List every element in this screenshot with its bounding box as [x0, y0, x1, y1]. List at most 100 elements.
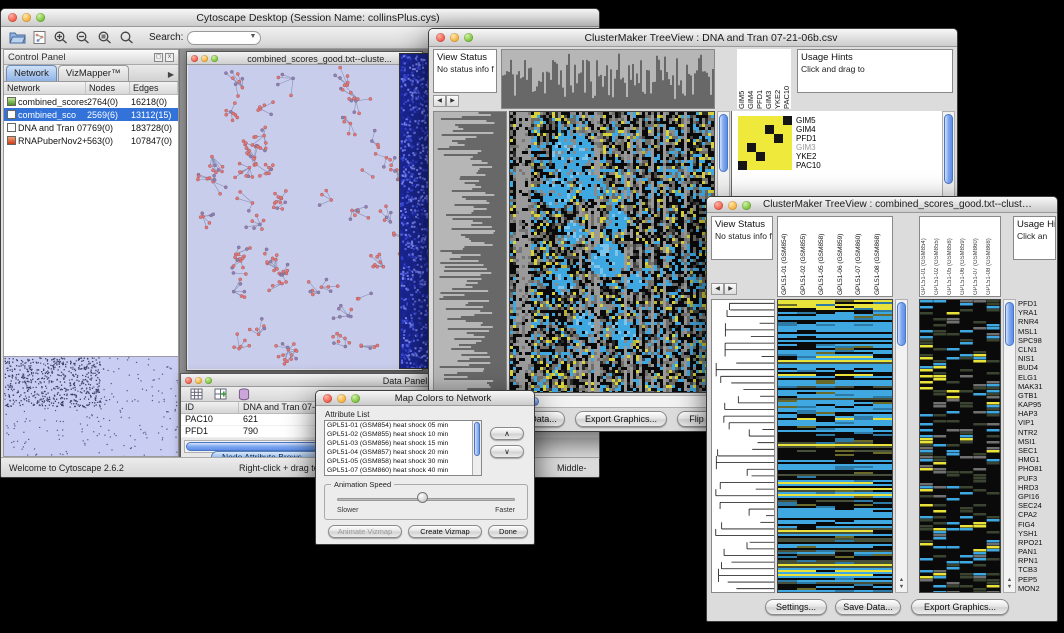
zoom-column-label: GPL51-05 (GSM858): [947, 218, 960, 295]
column-header-network[interactable]: Network: [4, 82, 86, 94]
zoom-window-icon[interactable]: [205, 377, 212, 384]
animate-vizmap-button[interactable]: Animate Vizmap: [328, 525, 402, 538]
network-edges-count: 183728(0): [131, 123, 178, 133]
close-icon[interactable]: [436, 33, 445, 42]
close-icon[interactable]: [185, 377, 192, 384]
network-list-row[interactable]: DNA and Tran 07769(0)183728(0): [4, 121, 178, 134]
column-dendrogram[interactable]: [501, 49, 715, 109]
network-list-row[interactable]: RNAPuberNov2+563(0)107847(0): [4, 134, 178, 147]
treeview-combined-titlebar[interactable]: ClusterMaker TreeView : combined_scores_…: [707, 197, 1057, 213]
minimize-icon[interactable]: [337, 394, 346, 403]
attribute-list-item[interactable]: GPL51-02 (GSM855) heat shock 10 min: [325, 430, 481, 439]
heatmap-vscrollbar[interactable]: ▲▼: [895, 299, 908, 593]
save-data-button[interactable]: Save Data...: [835, 599, 901, 615]
import-network-icon[interactable]: [29, 29, 49, 47]
move-down-button[interactable]: ∨: [490, 445, 524, 458]
attribute-list-item[interactable]: GPL51-05 (GSM858) heat shock 30 min: [325, 457, 481, 466]
network-nodes-count: 2764(0): [87, 97, 131, 107]
attribute-list-scrollbar[interactable]: [472, 421, 481, 475]
view-status-title: View Status: [434, 50, 496, 63]
scroll-right-icon[interactable]: ▶: [724, 283, 737, 295]
move-up-button[interactable]: ∧: [490, 427, 524, 440]
zoom-in-icon[interactable]: [51, 29, 71, 47]
network-list-row[interactable]: combined_sco2569(6)13112(15): [4, 108, 178, 121]
network-overview-thumbnail[interactable]: [4, 356, 178, 456]
attribute-list-item[interactable]: GPL51-01 (GSM854) heat shock 05 min: [325, 421, 481, 430]
zoom-window-icon[interactable]: [211, 55, 218, 62]
new-attribute-icon[interactable]: [210, 385, 230, 403]
close-icon[interactable]: [323, 394, 332, 403]
zoom-window-icon[interactable]: [464, 33, 473, 42]
zoom-window-icon[interactable]: [742, 201, 751, 210]
cytoscape-titlebar[interactable]: Cytoscape Desktop (Session Name: collins…: [1, 9, 599, 27]
speed-slider-thumb[interactable]: [417, 492, 428, 503]
column-label: GPL51-02 (GSM855): [800, 218, 819, 295]
zoom-row-label: PFD1: [796, 134, 846, 143]
minimize-icon[interactable]: [728, 201, 737, 210]
zoom-window-icon[interactable]: [351, 394, 360, 403]
usage-hints-panel: Usage Hints Click and drag to: [797, 49, 953, 93]
zoom-column-labels: GPL51-01 (GSM854)GPL51-02 (GSM855)GPL51-…: [919, 216, 1001, 297]
attribute-list[interactable]: GPL51-01 (GSM854) heat shock 05 minGPL51…: [324, 420, 482, 476]
attribute-list-item[interactable]: GPL51-08 (GSM868) heat shock 60 min: [325, 475, 481, 476]
column-labels: GPL51-01 (GSM854)GPL51-02 (GSM855)GPL51-…: [777, 216, 893, 297]
gene-label: FIG4: [1018, 520, 1058, 529]
scroll-left-icon[interactable]: ◀: [711, 283, 724, 295]
map-dialog-titlebar[interactable]: Map Colors to Network: [316, 391, 534, 406]
faster-label: Faster: [495, 507, 515, 514]
gene-label: PAN1: [1018, 547, 1058, 556]
gene-label: SPC98: [1018, 336, 1058, 345]
zoom-window-icon[interactable]: [36, 13, 45, 22]
done-button[interactable]: Done: [488, 525, 528, 538]
network-edges-count: 16218(0): [131, 97, 178, 107]
close-panel-icon[interactable]: x: [165, 53, 174, 62]
global-heatmap[interactable]: [509, 111, 715, 393]
zoom-out-icon[interactable]: [73, 29, 93, 47]
attribute-list-item[interactable]: GPL51-07 (GSM860) heat shock 40 min: [325, 466, 481, 475]
column-header-id[interactable]: ID: [181, 402, 239, 413]
zoom-column-label: GIM3: [764, 49, 773, 109]
settings-button[interactable]: Settings...: [765, 599, 827, 615]
row-dendrogram[interactable]: [433, 111, 507, 393]
export-graphics-button[interactable]: Export Graphics...: [911, 599, 1009, 615]
zoom-selected-icon[interactable]: [95, 29, 115, 47]
tab-network[interactable]: Network: [6, 65, 57, 81]
network-list-row[interactable]: combined_scores2764(0)16218(0): [4, 95, 178, 108]
zoom-vscrollbar[interactable]: ▲▼: [1003, 299, 1016, 593]
network-canvas[interactable]: [188, 65, 421, 369]
search-input[interactable]: ▼: [187, 31, 261, 45]
zoom-heatmap[interactable]: [919, 299, 1001, 593]
close-icon[interactable]: [8, 13, 17, 22]
database-icon[interactable]: [234, 385, 254, 403]
minimize-icon[interactable]: [22, 13, 31, 22]
attribute-list-item[interactable]: GPL51-03 (GSM856) heat shock 15 min: [325, 439, 481, 448]
global-heatmap[interactable]: [777, 299, 893, 593]
zoom-fit-icon[interactable]: [117, 29, 137, 47]
close-icon[interactable]: [191, 55, 198, 62]
treeview-dna-titlebar[interactable]: ClusterMaker TreeView : DNA and Tran 07-…: [429, 29, 957, 47]
open-session-icon[interactable]: [7, 29, 27, 47]
tab-vizmapper[interactable]: VizMapper™: [58, 65, 129, 81]
select-attributes-icon[interactable]: [186, 385, 206, 403]
column-header-nodes[interactable]: Nodes: [86, 82, 130, 94]
tab-overflow-arrow-icon[interactable]: ▶: [164, 70, 178, 81]
gene-label: MON2: [1018, 584, 1058, 593]
network-view-titlebar[interactable]: combined_scores_good.txt--cluste...: [187, 52, 422, 65]
row-dendrogram[interactable]: [711, 299, 775, 593]
minimize-icon[interactable]: [201, 55, 208, 62]
float-panel-icon[interactable]: ◻: [154, 53, 163, 62]
create-vizmap-button[interactable]: Create Vizmap: [408, 525, 482, 538]
minimize-icon[interactable]: [450, 33, 459, 42]
minimize-icon[interactable]: [195, 377, 202, 384]
zoom-heatmap-matrix[interactable]: [738, 116, 792, 170]
map-dialog-title: Map Colors to Network: [372, 393, 514, 404]
export-graphics-button[interactable]: Export Graphics...: [575, 411, 667, 427]
column-label: GPL51-01 (GSM854): [781, 218, 800, 295]
close-icon[interactable]: [714, 201, 723, 210]
gene-label: BUD4: [1018, 363, 1058, 372]
gene-label: YSH1: [1018, 529, 1058, 538]
scroll-left-icon[interactable]: ◀: [433, 95, 446, 107]
scroll-right-icon[interactable]: ▶: [446, 95, 459, 107]
attribute-list-item[interactable]: GPL51-04 (GSM857) heat shock 20 min: [325, 448, 481, 457]
column-header-edges[interactable]: Edges: [130, 82, 178, 94]
